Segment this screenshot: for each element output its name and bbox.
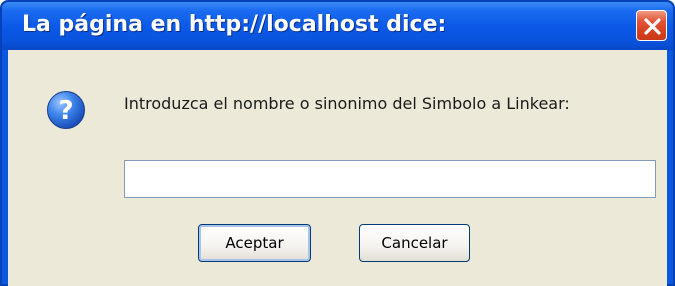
prompt-dialog: La página en http://localhost dice: ? In… <box>0 0 675 286</box>
accept-button[interactable]: Aceptar <box>198 224 311 262</box>
svg-text:?: ? <box>58 96 73 126</box>
dialog-title: La página en http://localhost dice: <box>22 12 447 37</box>
cancel-button[interactable]: Cancelar <box>359 224 470 262</box>
title-bar[interactable]: La página en http://localhost dice: <box>2 2 673 50</box>
close-button[interactable] <box>636 10 667 41</box>
close-icon <box>644 18 661 35</box>
question-icon: ? <box>47 91 85 129</box>
symbol-name-input[interactable] <box>124 160 656 198</box>
prompt-message: Introduzca el nombre o sinonimo del Simb… <box>124 94 570 113</box>
cancel-button-label: Cancelar <box>381 234 448 252</box>
accept-button-label: Aceptar <box>225 234 284 252</box>
dialog-body: ? Introduzca el nombre o sinonimo del Si… <box>8 50 667 286</box>
